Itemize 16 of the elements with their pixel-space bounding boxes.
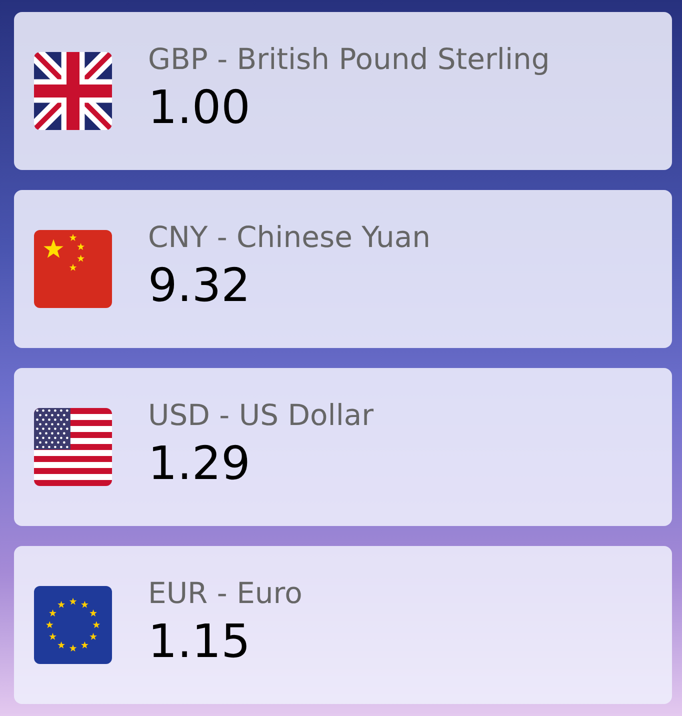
exchange-rate: 1.29 (148, 436, 252, 490)
currency-name: USD - US Dollar (148, 398, 374, 432)
currency-card[interactable]: EUR - Euro 1.15 (14, 546, 672, 704)
exchange-rate: 1.00 (148, 80, 252, 134)
currency-name: EUR - Euro (148, 576, 302, 610)
currency-card[interactable]: USD - US Dollar 1.29 (14, 368, 672, 526)
currency-name: CNY - Chinese Yuan (148, 220, 431, 254)
currency-name: GBP - British Pound Sterling (148, 42, 550, 76)
exchange-rate: 9.32 (148, 258, 252, 312)
currency-card[interactable]: CNY - Chinese Yuan 9.32 (14, 190, 672, 348)
star-circle-flag-icon (34, 586, 112, 664)
currency-card[interactable]: GBP - British Pound Sterling 1.00 (14, 12, 672, 170)
exchange-rate: 1.15 (148, 614, 252, 668)
star-flag-icon (34, 230, 112, 308)
union-flag-icon (34, 52, 112, 130)
stars-and-stripes-flag-icon (34, 408, 112, 486)
